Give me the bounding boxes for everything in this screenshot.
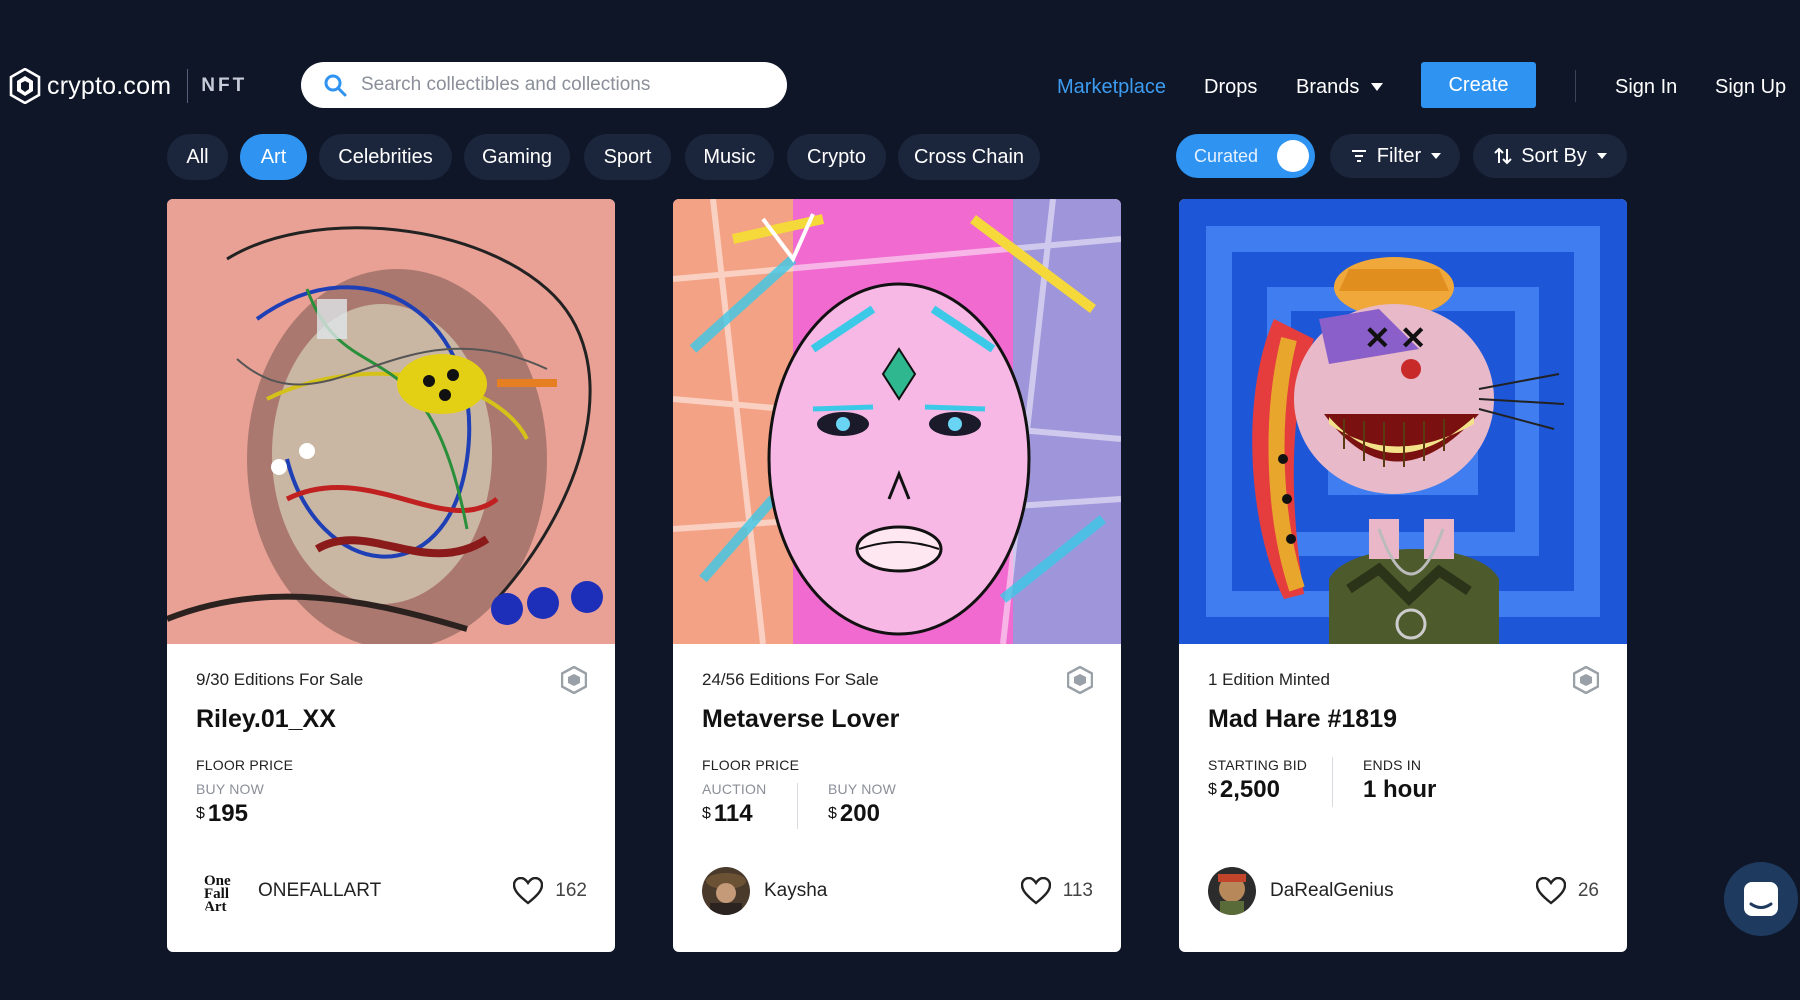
buy-now-price: $200 bbox=[828, 800, 880, 828]
ends-in-value: 1 hour bbox=[1363, 776, 1437, 803]
creator-name[interactable]: Kaysha bbox=[764, 880, 827, 902]
filter-icon bbox=[1351, 150, 1366, 162]
nft-card[interactable]: 9/30 Editions For Sale Riley.01_XX FLOOR… bbox=[167, 199, 615, 952]
category-all[interactable]: All bbox=[167, 134, 228, 180]
creator-name[interactable]: ONEFALLART bbox=[258, 880, 381, 902]
nft-title[interactable]: Riley.01_XX bbox=[196, 705, 336, 734]
chevron-down-icon bbox=[1596, 153, 1607, 159]
creator-info[interactable]: DaRealGenius bbox=[1208, 867, 1394, 915]
creator-info[interactable]: Kaysha bbox=[702, 867, 827, 915]
logo-divider bbox=[187, 69, 189, 103]
auction-label: AUCTION bbox=[702, 781, 767, 797]
svg-text:Art: Art bbox=[204, 899, 227, 915]
nft-artwork-image[interactable] bbox=[673, 199, 1121, 644]
brand-name: crypto.com bbox=[47, 71, 172, 100]
crypto-com-logo[interactable]: crypto.com NFT bbox=[9, 66, 247, 106]
sort-by-button[interactable]: Sort By bbox=[1473, 134, 1627, 178]
currency-symbol: $ bbox=[828, 805, 837, 822]
editions-info: 24/56 Editions For Sale bbox=[702, 670, 879, 689]
filter-label: Filter bbox=[1376, 144, 1422, 167]
category-art[interactable]: Art bbox=[240, 134, 307, 180]
buy-now-label: BUY NOW bbox=[828, 781, 897, 797]
editions-info: 9/30 Editions For Sale bbox=[196, 670, 364, 689]
price-value: 2,500 bbox=[1219, 776, 1280, 803]
create-button[interactable]: Create bbox=[1421, 62, 1536, 108]
like-count: 113 bbox=[1062, 880, 1093, 901]
nav-marketplace[interactable]: Marketplace bbox=[1057, 70, 1166, 104]
creator-info[interactable]: One Fall Art ONEFALLART bbox=[196, 867, 381, 915]
starting-bid-price: $2,500 bbox=[1208, 776, 1280, 804]
heart-icon bbox=[513, 877, 544, 905]
category-celebrities[interactable]: Celebrities bbox=[319, 134, 452, 180]
category-gaming[interactable]: Gaming bbox=[464, 134, 570, 180]
nav-divider bbox=[1575, 70, 1576, 102]
nav-brands-dropdown[interactable]: Brands bbox=[1296, 70, 1384, 104]
toggle-knob bbox=[1277, 140, 1309, 172]
chevron-down-icon bbox=[1431, 153, 1442, 159]
floor-price-label: FLOOR PRICE bbox=[702, 757, 800, 773]
nft-title[interactable]: Metaverse Lover bbox=[702, 705, 899, 734]
price-value: 114 bbox=[713, 800, 753, 827]
heart-icon bbox=[1535, 877, 1566, 905]
nft-card[interactable]: ✕ ✕ 1 Edition Minted Mad Hare #1819 STAR… bbox=[1179, 199, 1627, 952]
chat-support-button[interactable] bbox=[1724, 862, 1798, 936]
editions-info: 1 Edition Minted bbox=[1208, 670, 1330, 689]
like-button[interactable]: 162 bbox=[513, 877, 587, 905]
curated-toggle[interactable]: Curated bbox=[1176, 134, 1315, 178]
auction-price: $114 bbox=[702, 800, 753, 828]
like-count: 162 bbox=[555, 880, 587, 901]
creator-avatar[interactable]: One Fall Art bbox=[196, 867, 244, 915]
chain-hexagon-icon bbox=[1067, 666, 1093, 694]
currency-symbol: $ bbox=[196, 805, 205, 822]
category-music[interactable]: Music bbox=[685, 134, 774, 180]
price-divider bbox=[797, 783, 798, 829]
search-input[interactable] bbox=[361, 74, 741, 96]
ends-in-label: ENDS IN bbox=[1363, 757, 1422, 773]
category-cross-chain[interactable]: Cross Chain bbox=[898, 134, 1040, 180]
currency-symbol: $ bbox=[1208, 781, 1217, 798]
nft-artwork-image[interactable]: ✕ ✕ bbox=[1179, 199, 1627, 644]
creator-name[interactable]: DaRealGenius bbox=[1270, 880, 1394, 902]
buy-now-price: $195 bbox=[196, 800, 248, 828]
chevron-down-icon bbox=[1371, 83, 1384, 91]
crypto-lion-icon bbox=[9, 68, 41, 104]
chain-hexagon-icon bbox=[561, 666, 587, 694]
sort-label: Sort By bbox=[1521, 144, 1587, 167]
curated-label: Curated bbox=[1194, 145, 1259, 166]
nav-drops[interactable]: Drops bbox=[1204, 70, 1257, 104]
price-value: 195 bbox=[207, 800, 248, 827]
nft-title[interactable]: Mad Hare #1819 bbox=[1208, 705, 1397, 734]
search-icon bbox=[324, 74, 347, 97]
chain-hexagon-icon bbox=[1573, 666, 1599, 694]
svg-text:✕ ✕: ✕ ✕ bbox=[1364, 320, 1427, 356]
sign-up-link[interactable]: Sign Up bbox=[1715, 70, 1786, 104]
category-sport[interactable]: Sport bbox=[584, 134, 671, 180]
creator-avatar[interactable] bbox=[1208, 867, 1256, 915]
price-divider bbox=[1332, 757, 1333, 807]
nft-label: NFT bbox=[201, 75, 248, 96]
heart-icon bbox=[1020, 877, 1051, 905]
creator-avatar[interactable] bbox=[702, 867, 750, 915]
nft-artwork-image[interactable] bbox=[167, 199, 615, 644]
search-bar[interactable] bbox=[301, 62, 787, 108]
like-count: 26 bbox=[1577, 880, 1599, 901]
starting-bid-label: STARTING BID bbox=[1208, 757, 1308, 773]
floor-price-label: FLOOR PRICE bbox=[196, 757, 294, 773]
sort-icon bbox=[1494, 147, 1512, 165]
nav-brands-label: Brands bbox=[1296, 75, 1360, 98]
like-button[interactable]: 26 bbox=[1535, 877, 1599, 905]
price-value: 200 bbox=[839, 800, 880, 827]
buy-now-label: BUY NOW bbox=[196, 781, 265, 797]
like-button[interactable]: 113 bbox=[1020, 877, 1093, 905]
category-crypto[interactable]: Crypto bbox=[787, 134, 886, 180]
chat-icon bbox=[1744, 882, 1778, 916]
currency-symbol: $ bbox=[702, 805, 711, 822]
sign-in-link[interactable]: Sign In bbox=[1615, 70, 1677, 104]
nft-card[interactable]: 24/56 Editions For Sale Metaverse Lover … bbox=[673, 199, 1121, 952]
filter-button[interactable]: Filter bbox=[1330, 134, 1460, 178]
